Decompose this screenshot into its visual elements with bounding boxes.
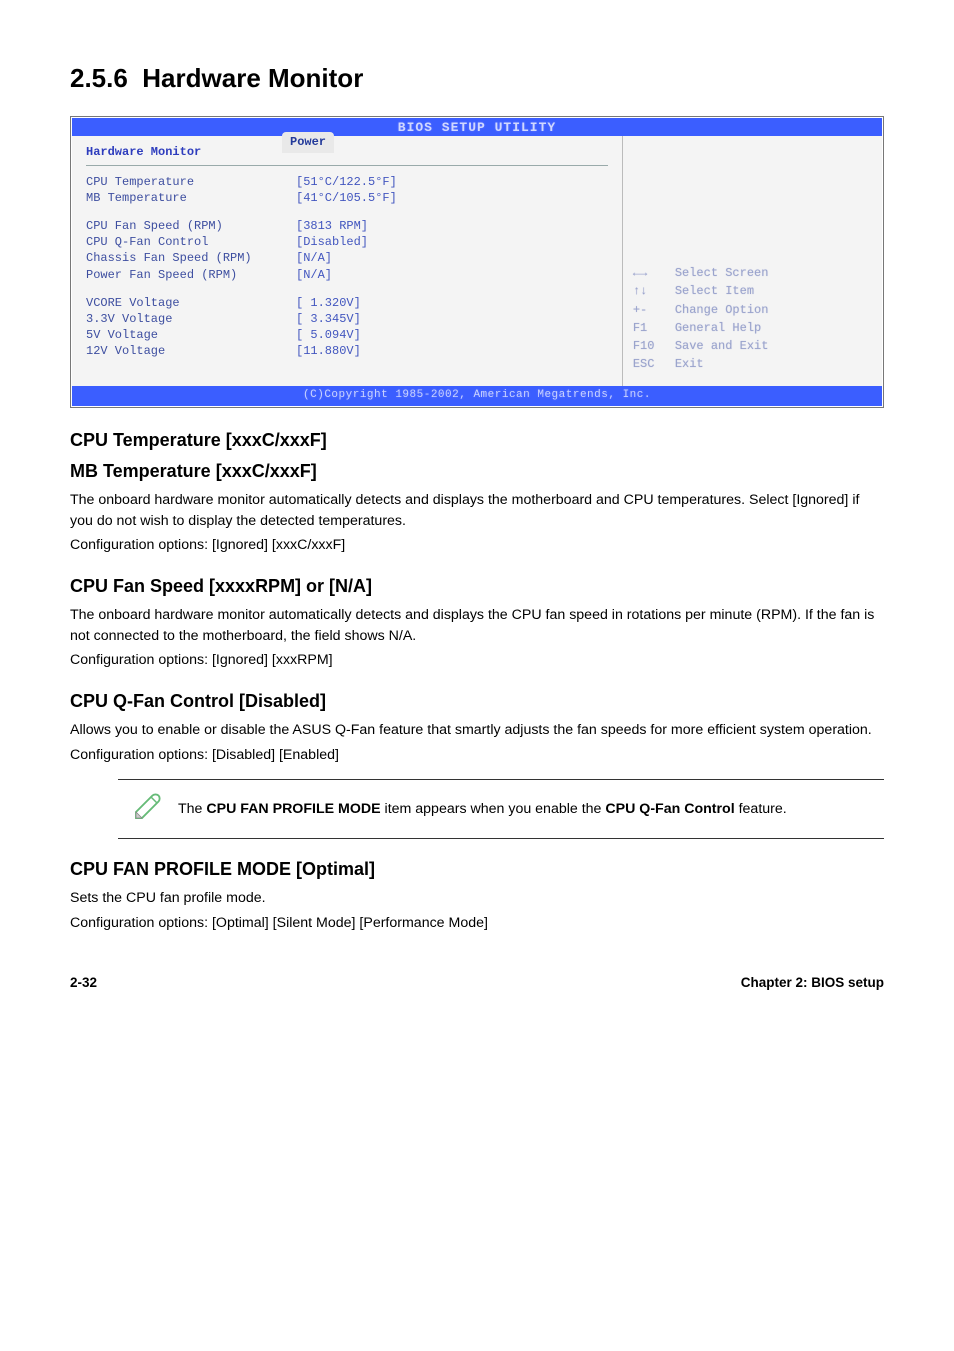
note-bold: CPU Q-Fan Control	[605, 801, 734, 817]
body-text: Configuration options: [Optimal] [Silent…	[70, 913, 884, 934]
bios-screenshot: BIOS SETUP UTILITY Power Hardware Monito…	[70, 116, 884, 407]
bios-help-key: F10	[633, 338, 675, 354]
bios-label: CPU Q-Fan Control	[86, 234, 296, 250]
sub-heading: CPU Temperature [xxxC/xxxF]	[70, 428, 884, 453]
note-span: item appears when you enable the	[381, 801, 606, 817]
note-bold: CPU FAN PROFILE MODE	[206, 801, 380, 817]
bios-row: Chassis Fan Speed (RPM)[N/A]	[86, 250, 608, 266]
bios-title: BIOS SETUP UTILITY	[398, 119, 556, 137]
sub-heading: CPU Fan Speed [xxxxRPM] or [N/A]	[70, 574, 884, 599]
bios-title-bar: BIOS SETUP UTILITY Power	[72, 118, 882, 136]
bios-row: CPU Fan Speed (RPM)[3813 RPM]	[86, 218, 608, 234]
pencil-icon	[118, 788, 178, 830]
sub-heading: CPU FAN PROFILE MODE [Optimal]	[70, 857, 884, 882]
bios-body: Hardware Monitor CPU Temperature[51°C/12…	[72, 136, 882, 386]
bios-help: ←→Select Screen ↑↓Select Item +-Change O…	[633, 265, 872, 374]
note-box: The CPU FAN PROFILE MODE item appears wh…	[118, 779, 884, 839]
body-text: Configuration options: [Ignored] [xxxRPM…	[70, 650, 884, 671]
note-text: The CPU FAN PROFILE MODE item appears wh…	[178, 799, 787, 820]
bios-row: CPU Temperature[51°C/122.5°F]	[86, 174, 608, 190]
bios-help-panel: ←→Select Screen ↑↓Select Item +-Change O…	[623, 136, 882, 386]
bios-row: Power Fan Speed (RPM)[N/A]	[86, 267, 608, 283]
bios-label: 3.3V Voltage	[86, 311, 296, 327]
bios-label: 5V Voltage	[86, 327, 296, 343]
section-number: 2.5.6	[70, 63, 128, 93]
body-text: Sets the CPU fan profile mode.	[70, 888, 884, 909]
section-title-text: Hardware Monitor	[142, 63, 363, 93]
bios-label: CPU Fan Speed (RPM)	[86, 218, 296, 234]
bios-block: VCORE Voltage[ 1.320V] 3.3V Voltage[ 3.3…	[86, 295, 608, 360]
bios-help-row: +-Change Option	[633, 302, 872, 318]
note-span: The	[178, 801, 206, 817]
bios-menu-title: Hardware Monitor	[86, 144, 608, 165]
bios-help-row: ESCExit	[633, 356, 872, 372]
bios-value: [ 1.320V]	[296, 295, 361, 311]
bios-footer: (C)Copyright 1985-2002, American Megatre…	[72, 386, 882, 405]
bios-help-row: ←→Select Screen	[633, 265, 872, 281]
bios-row: VCORE Voltage[ 1.320V]	[86, 295, 608, 311]
bios-label: MB Temperature	[86, 190, 296, 206]
bios-label: CPU Temperature	[86, 174, 296, 190]
bios-row: 5V Voltage[ 5.094V]	[86, 327, 608, 343]
note-span: feature.	[735, 801, 787, 817]
bios-help-text: General Help	[675, 320, 761, 336]
bios-block: CPU Fan Speed (RPM)[3813 RPM] CPU Q-Fan …	[86, 218, 608, 283]
chapter-label: Chapter 2: BIOS setup	[741, 974, 884, 993]
bios-value: [ 3.345V]	[296, 311, 361, 327]
bios-help-key: F1	[633, 320, 675, 336]
bios-label: Chassis Fan Speed (RPM)	[86, 250, 296, 266]
bios-value: [ 5.094V]	[296, 327, 361, 343]
bios-help-text: Save and Exit	[675, 338, 769, 354]
bios-help-key: +-	[633, 302, 675, 318]
bios-left-panel: Hardware Monitor CPU Temperature[51°C/12…	[72, 136, 623, 386]
section-heading: 2.5.6 Hardware Monitor	[70, 60, 884, 96]
bios-help-text: Exit	[675, 356, 704, 372]
bios-value: [N/A]	[296, 250, 332, 266]
page-footer: 2-32 Chapter 2: BIOS setup	[70, 974, 884, 993]
bios-help-row: F1General Help	[633, 320, 872, 336]
bios-value: [41°C/105.5°F]	[296, 190, 397, 206]
bios-help-text: Change Option	[675, 302, 769, 318]
bios-help-row: ↑↓Select Item	[633, 283, 872, 299]
bios-value: [3813 RPM]	[296, 218, 368, 234]
body-text: Allows you to enable or disable the ASUS…	[70, 720, 884, 741]
bios-value: [N/A]	[296, 267, 332, 283]
bios-label: VCORE Voltage	[86, 295, 296, 311]
bios-value: [51°C/122.5°F]	[296, 174, 397, 190]
bios-row: MB Temperature[41°C/105.5°F]	[86, 190, 608, 206]
bios-help-text: Select Screen	[675, 265, 769, 281]
bios-menu-tab: Power	[282, 132, 334, 153]
bios-row: 3.3V Voltage[ 3.345V]	[86, 311, 608, 327]
page-number: 2-32	[70, 974, 97, 993]
sub-heading: CPU Q-Fan Control [Disabled]	[70, 689, 884, 714]
bios-help-text: Select Item	[675, 283, 754, 299]
bios-block: CPU Temperature[51°C/122.5°F] MB Tempera…	[86, 174, 608, 206]
bios-help-key: ↑↓	[633, 283, 675, 299]
body-text: Configuration options: [Ignored] [xxxC/x…	[70, 535, 884, 556]
bios-label: Power Fan Speed (RPM)	[86, 267, 296, 283]
bios-help-key: ←→	[633, 265, 675, 281]
body-text: The onboard hardware monitor automatical…	[70, 605, 884, 646]
bios-label: 12V Voltage	[86, 343, 296, 359]
bios-row: CPU Q-Fan Control[Disabled]	[86, 234, 608, 250]
bios-row: 12V Voltage[11.880V]	[86, 343, 608, 359]
bios-value: [11.880V]	[296, 343, 361, 359]
bios-help-row: F10Save and Exit	[633, 338, 872, 354]
bios-value: [Disabled]	[296, 234, 368, 250]
body-text: Configuration options: [Disabled] [Enabl…	[70, 745, 884, 766]
body-text: The onboard hardware monitor automatical…	[70, 490, 884, 531]
bios-help-key: ESC	[633, 356, 675, 372]
sub-heading: MB Temperature [xxxC/xxxF]	[70, 459, 884, 484]
